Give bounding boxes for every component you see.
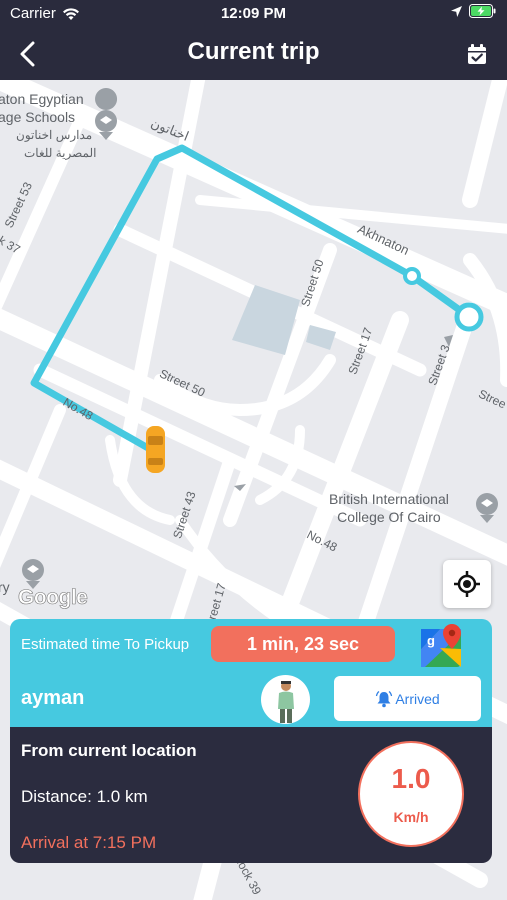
calendar-button[interactable] bbox=[463, 40, 491, 68]
locate-me-button[interactable] bbox=[443, 560, 491, 608]
poi-school-line2: age Schools bbox=[0, 109, 76, 125]
status-bar: Carrier 12:09 PM bbox=[0, 0, 507, 28]
status-time: 12:09 PM bbox=[220, 5, 287, 22]
driver-name: ayman bbox=[21, 687, 85, 709]
google-maps-icon: g bbox=[421, 624, 461, 667]
car-marker bbox=[146, 426, 165, 473]
destination-marker bbox=[454, 302, 484, 332]
poi-school-line1: aton Egyptian bbox=[0, 91, 84, 107]
eta-value: 1 min, 23 sec bbox=[211, 626, 395, 662]
route-waypoint bbox=[403, 267, 421, 285]
college-pin-icon bbox=[476, 493, 498, 523]
crosshair-icon bbox=[454, 571, 480, 597]
status-right bbox=[450, 4, 497, 18]
trip-card: Estimated time To Pickup 1 min, 23 sec g… bbox=[10, 619, 492, 863]
trip-card-details: From current location Distance: 1.0 km A… bbox=[10, 727, 492, 863]
poi-egyptian-schools[interactable]: aton Egyptian age Schools مدارس اخناتون … bbox=[0, 90, 96, 162]
eta-label: Estimated time To Pickup bbox=[21, 636, 190, 653]
arrived-label: Arrived bbox=[395, 690, 440, 707]
poi-left-edge[interactable]: ry bbox=[0, 578, 10, 596]
driver-photo bbox=[277, 681, 294, 723]
trip-card-header: Estimated time To Pickup 1 min, 23 sec g… bbox=[10, 619, 492, 727]
battery-charging-icon bbox=[469, 4, 496, 18]
poi-school-line4: المصرية للغات bbox=[24, 146, 97, 160]
poi-college-line2: College Of Cairo bbox=[337, 509, 441, 525]
poi-british-college[interactable]: British International College Of Cairo bbox=[329, 490, 449, 526]
bell-icon bbox=[376, 690, 393, 707]
google-maps-button[interactable]: g bbox=[420, 623, 464, 669]
driver-avatar[interactable] bbox=[261, 675, 310, 724]
poi-left-line1: ry bbox=[0, 579, 10, 595]
arrival-time-text: Arrival at 7:15 PM bbox=[21, 833, 157, 852]
page-title: Current trip bbox=[187, 38, 320, 65]
speed-indicator: 1.0 Km/h bbox=[358, 741, 464, 847]
svg-text:g: g bbox=[427, 633, 435, 648]
poi-college-line1: British International bbox=[329, 491, 449, 507]
from-location-label: From current location bbox=[21, 741, 197, 760]
distance-text: Distance: 1.0 km bbox=[21, 787, 148, 806]
arrived-button[interactable]: Arrived bbox=[334, 676, 481, 721]
poi-school-line3: مدارس اخناتون bbox=[16, 128, 93, 142]
speed-unit: Km/h bbox=[393, 809, 429, 825]
google-logo: Google bbox=[18, 586, 88, 610]
left-pin-icon bbox=[22, 559, 44, 589]
location-arrow-icon bbox=[451, 5, 462, 17]
speed-value: 1.0 bbox=[391, 763, 431, 794]
navigation-bar: Current trip bbox=[0, 28, 507, 80]
calendar-check-icon bbox=[468, 44, 486, 64]
